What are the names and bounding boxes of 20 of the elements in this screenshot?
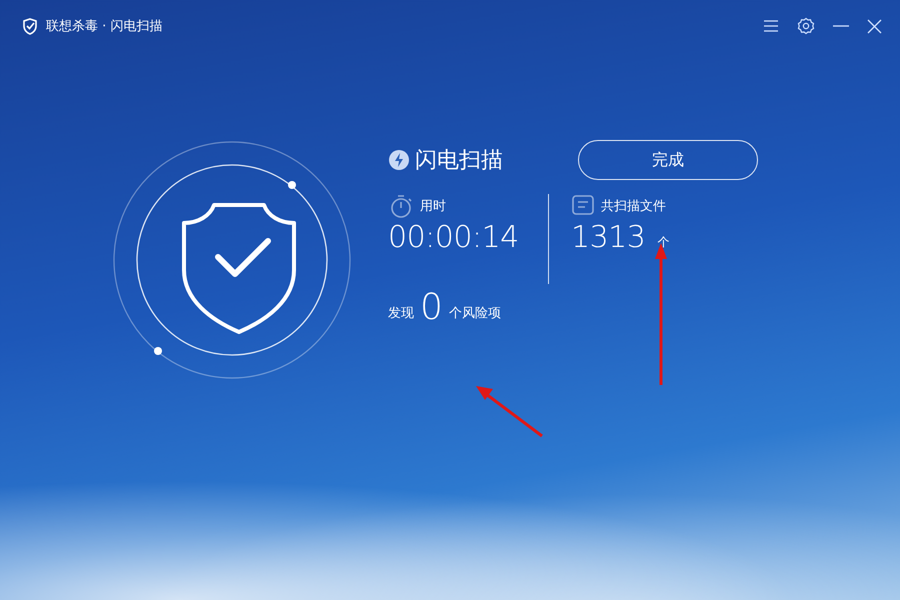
risk-count: 0 <box>420 290 443 326</box>
close-icon[interactable] <box>867 18 882 34</box>
scan-title: 闪电扫描 <box>415 147 503 175</box>
minimize-icon[interactable] <box>833 25 849 27</box>
shield-check-icon <box>22 18 38 34</box>
lightning-shield-icon <box>388 149 410 171</box>
document-icon <box>571 194 595 218</box>
files-unit: 个 <box>657 234 670 251</box>
window-title: 联想杀毒 · 闪电扫描 <box>46 18 162 35</box>
menu-icon[interactable] <box>763 19 779 33</box>
stopwatch-icon <box>388 194 414 218</box>
settings-icon[interactable] <box>797 17 815 35</box>
files-label: 共扫描文件 <box>601 198 666 215</box>
annotation-arrow <box>476 386 544 438</box>
found-label: 发现 <box>388 305 414 323</box>
elapsed-time: 00:00:14 <box>388 220 520 255</box>
done-button[interactable]: 完成 <box>578 140 758 180</box>
elapsed-label: 用时 <box>420 198 446 215</box>
files-count: 1313 <box>571 220 646 255</box>
risk-label: 个风险项 <box>448 305 501 323</box>
